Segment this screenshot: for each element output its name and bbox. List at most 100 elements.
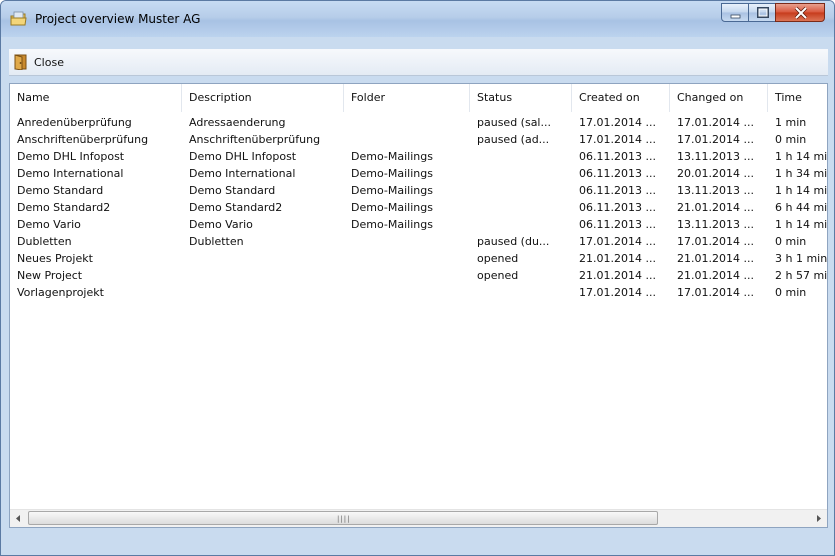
scroll-right-button[interactable] — [810, 510, 827, 527]
cell-time: 6 h 44 min — [775, 201, 828, 214]
table-row[interactable]: Anredenüberprüfung Adressaenderung pause… — [10, 114, 827, 131]
cell-time: 1 h 34 min — [775, 167, 828, 180]
column-header-description[interactable]: Description — [182, 84, 344, 112]
cell-description — [182, 267, 344, 284]
cell-description — [182, 250, 344, 267]
cell-description: Adressaenderung — [189, 116, 286, 129]
cell-folder: Demo-Mailings — [351, 150, 433, 163]
cell-created-on: 17.01.2014 ... — [579, 235, 656, 248]
horizontal-scrollbar[interactable]: |||| — [10, 509, 827, 527]
cell-changed-on: 21.01.2014 ... — [677, 269, 754, 282]
table-row[interactable]: Anschriftenüberprüfung Anschriftenüberpr… — [10, 131, 827, 148]
cell-name: New Project — [17, 269, 83, 282]
cell-created-on: 17.01.2014 ... — [579, 116, 656, 129]
cell-changed-on: 21.01.2014 ... — [677, 252, 754, 265]
cell-created-on: 17.01.2014 ... — [579, 133, 656, 146]
cell-name: Demo International — [17, 167, 124, 180]
cell-folder — [344, 267, 470, 284]
cell-time: 1 h 14 min — [775, 150, 828, 163]
cell-status: opened — [477, 269, 519, 282]
table-row[interactable]: Vorlagenprojekt 17.01.2014 ... 17.01.201… — [10, 284, 827, 301]
close-button[interactable]: Close — [13, 52, 64, 72]
cell-folder — [344, 233, 470, 250]
cell-status — [470, 148, 572, 165]
column-header-folder[interactable]: Folder — [344, 84, 470, 112]
cell-changed-on: 17.01.2014 ... — [677, 116, 754, 129]
cell-created-on: 06.11.2013 ... — [579, 167, 656, 180]
cell-name: Dubletten — [17, 235, 72, 248]
column-header-status[interactable]: Status — [470, 84, 572, 112]
cell-changed-on: 17.01.2014 ... — [677, 286, 754, 299]
cell-created-on: 06.11.2013 ... — [579, 150, 656, 163]
cell-created-on: 21.01.2014 ... — [579, 252, 656, 265]
maximize-button[interactable] — [748, 3, 776, 22]
cell-folder — [344, 114, 470, 131]
table-row[interactable]: Demo Standard2 Demo Standard2 Demo-Maili… — [10, 199, 828, 216]
cell-changed-on: 17.01.2014 ... — [677, 133, 754, 146]
table-row[interactable]: Demo Standard Demo Standard Demo-Mailing… — [10, 182, 828, 199]
cell-name: Anschriftenüberprüfung — [17, 133, 149, 146]
table-row[interactable]: New Project opened 21.01.2014 ... 21.01.… — [10, 267, 828, 284]
cell-status — [470, 216, 572, 233]
cell-description: Anschriftenüberprüfung — [189, 133, 321, 146]
cell-name: Demo Vario — [17, 218, 81, 231]
column-header-time[interactable]: Time — [768, 84, 827, 112]
cell-folder: Demo-Mailings — [351, 184, 433, 197]
close-button-label: Close — [34, 55, 64, 69]
cell-description: Dubletten — [189, 235, 244, 248]
cell-changed-on: 17.01.2014 ... — [677, 235, 754, 248]
cell-folder — [344, 284, 470, 301]
cell-created-on: 06.11.2013 ... — [579, 184, 656, 197]
scroll-right-icon — [817, 515, 821, 522]
close-icon — [794, 6, 808, 20]
cell-created-on: 21.01.2014 ... — [579, 269, 656, 282]
project-overview-window: Project overview Muster AG Close Name De… — [0, 0, 835, 556]
table-row[interactable]: Demo Vario Demo Vario Demo-Mailings 06.1… — [10, 216, 828, 233]
cell-time: 2 h 57 min — [775, 269, 828, 282]
toolbar: Close — [9, 49, 828, 76]
cell-name: Neues Projekt — [17, 252, 93, 265]
cell-created-on: 06.11.2013 ... — [579, 218, 656, 231]
title-bar[interactable]: Project overview Muster AG — [1, 1, 834, 37]
cell-time: 3 h 1 min — [775, 252, 828, 265]
cell-folder: Demo-Mailings — [351, 218, 433, 231]
cell-changed-on: 20.01.2014 ... — [677, 167, 754, 180]
cell-status: paused (sal... — [477, 116, 551, 129]
cell-time: 1 min — [775, 116, 807, 129]
cell-folder: Demo-Mailings — [351, 167, 433, 180]
cell-description: Demo DHL Infopost — [189, 150, 297, 163]
minimize-button[interactable] — [721, 3, 749, 22]
cell-status: paused (du... — [477, 235, 550, 248]
cell-time: 0 min — [775, 235, 807, 248]
cell-description: Demo Standard2 — [189, 201, 283, 214]
cell-name: Anredenüberprüfung — [17, 116, 132, 129]
maximize-icon — [757, 7, 769, 18]
cell-status: opened — [477, 252, 519, 265]
table-row[interactable]: Neues Projekt opened 21.01.2014 ... 21.0… — [10, 250, 828, 267]
list-header: Name Description Folder Status Created o… — [10, 84, 827, 112]
column-header-changed-on[interactable]: Changed on — [670, 84, 768, 112]
cell-name: Vorlagenprojekt — [17, 286, 104, 299]
cell-time: 1 h 14 min — [775, 184, 828, 197]
window-close-button[interactable] — [775, 3, 825, 22]
minimize-icon — [730, 14, 741, 19]
cell-description — [182, 284, 344, 301]
cell-status — [470, 199, 572, 216]
cell-status: paused (ad... — [477, 133, 550, 146]
table-row[interactable]: Demo International Demo International De… — [10, 165, 828, 182]
column-header-created-on[interactable]: Created on — [572, 84, 670, 112]
cell-status — [470, 182, 572, 199]
table-row[interactable]: Demo DHL Infopost Demo DHL Infopost Demo… — [10, 148, 828, 165]
project-list[interactable]: Name Description Folder Status Created o… — [9, 83, 828, 528]
scroll-left-button[interactable] — [10, 510, 27, 527]
table-row[interactable]: Dubletten Dubletten paused (du... 17.01.… — [10, 233, 827, 250]
scrollbar-grip-icon: |||| — [337, 515, 351, 523]
scrollbar-thumb[interactable]: |||| — [28, 511, 658, 525]
column-header-name[interactable]: Name — [10, 84, 182, 112]
cell-status — [470, 165, 572, 182]
cell-time: 1 h 14 min — [775, 218, 828, 231]
cell-created-on: 17.01.2014 ... — [579, 286, 656, 299]
cell-name: Demo DHL Infopost — [17, 150, 125, 163]
cell-created-on: 06.11.2013 ... — [579, 201, 656, 214]
cell-folder: Demo-Mailings — [351, 201, 433, 214]
